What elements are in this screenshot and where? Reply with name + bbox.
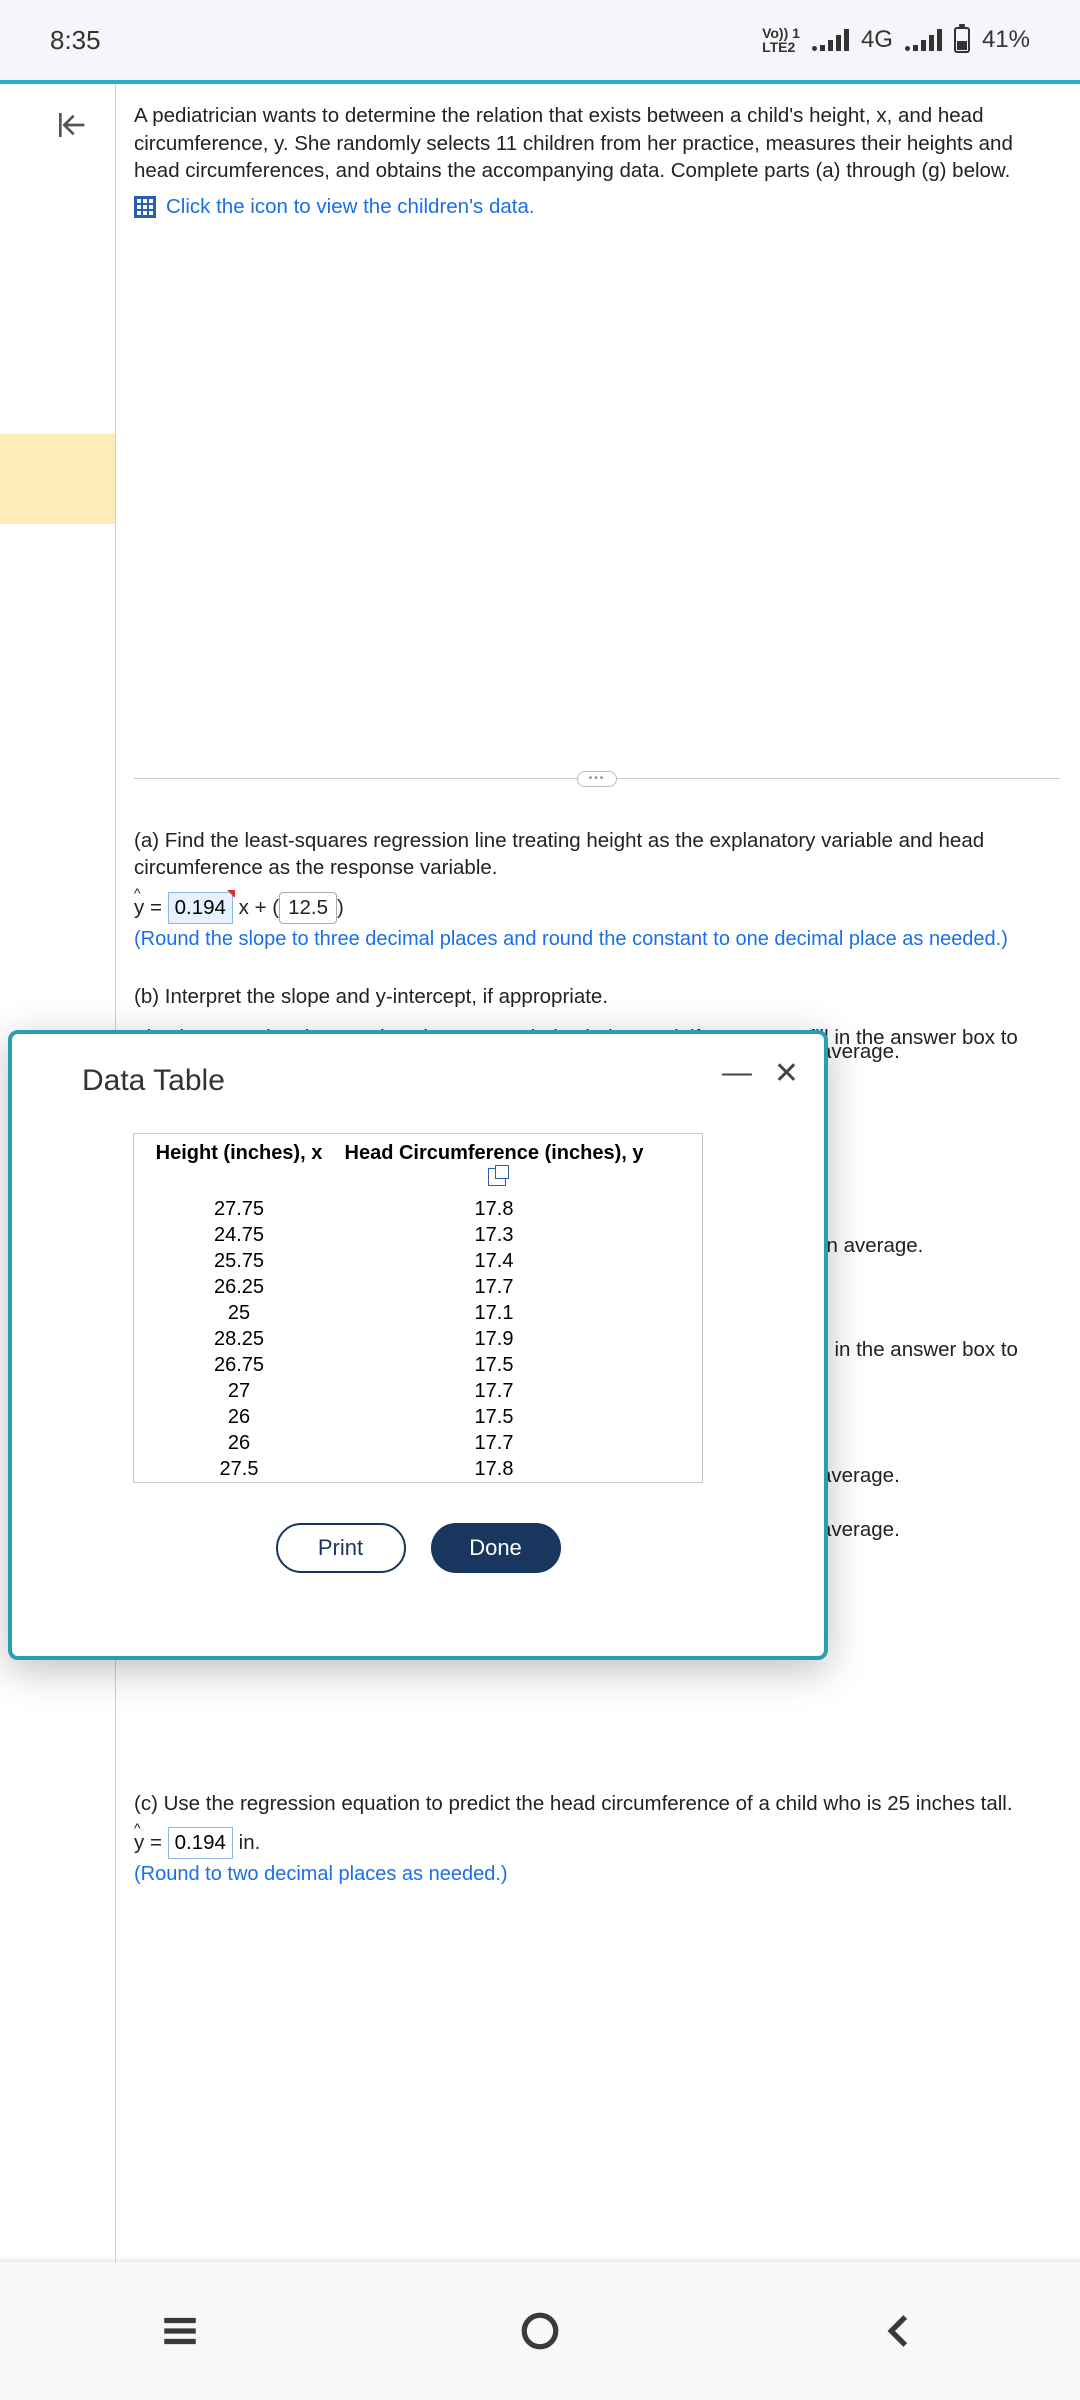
table-row: 2717.7: [134, 1378, 702, 1404]
part-b-prompt: (b) Interpret the slope and y-intercept,…: [134, 983, 1060, 1011]
table-row: 25.7517.4: [134, 1248, 702, 1274]
more-icon[interactable]: •••: [577, 771, 617, 787]
status-bar: 8:35 Vo)) 1 LTE2 4G 41%: [0, 0, 1080, 80]
recent-apps-button[interactable]: [155, 2306, 205, 2356]
intercept-input[interactable]: 12.5: [279, 892, 337, 924]
part-c-prompt: (c) Use the regression equation to predi…: [134, 1790, 1060, 1818]
prediction-input[interactable]: 0.194: [168, 1827, 233, 1859]
part-a: (a) Find the least-squares regression li…: [134, 827, 1060, 953]
slope-input[interactable]: 0.194: [168, 892, 233, 924]
table-row: 24.7517.3: [134, 1222, 702, 1248]
signal-bars-icon: [812, 29, 849, 51]
android-nav-bar: [0, 2262, 1080, 2400]
part-c-hint: (Round to two decimal places as needed.): [134, 1861, 1060, 1888]
home-button[interactable]: [515, 2306, 565, 2356]
data-table: Height (inches), x Head Circumference (i…: [133, 1133, 703, 1483]
done-button[interactable]: Done: [431, 1523, 561, 1573]
table-row: 2517.1: [134, 1300, 702, 1326]
table-row: 2617.7: [134, 1430, 702, 1456]
question-intro: A pediatrician wants to determine the re…: [134, 102, 1060, 185]
part-a-hint: (Round the slope to three decimal places…: [134, 926, 1060, 953]
section-divider: •••: [134, 771, 1060, 787]
stray-text: , fill in the answer box to: [798, 1336, 1018, 1364]
table-row: 26.7517.5: [134, 1352, 702, 1378]
stray-text: average.: [820, 1516, 900, 1544]
status-icons: Vo)) 1 LTE2 4G 41%: [762, 26, 1030, 54]
collapse-panel-button[interactable]: [55, 109, 87, 146]
table-icon: [134, 196, 156, 218]
table-header: Height (inches), x Head Circumference (i…: [134, 1134, 702, 1196]
lte-indicator: Vo)) 1 LTE2: [762, 26, 800, 54]
table-row: 28.2517.9: [134, 1326, 702, 1352]
modal-title: Data Table: [82, 1064, 754, 1098]
prediction-equation: ^y = 0.194 in.: [134, 1827, 1060, 1859]
table-row: 27.7517.8: [134, 1196, 702, 1222]
table-row: 27.517.8: [134, 1456, 702, 1482]
minimize-icon[interactable]: —: [722, 1056, 752, 1091]
highlight-marker: [0, 434, 115, 524]
data-table-modal: — ✕ Data Table Height (inches), x Head C…: [8, 1030, 828, 1660]
table-row: 26.2517.7: [134, 1274, 702, 1300]
back-button[interactable]: [875, 2306, 925, 2356]
copy-icon[interactable]: [488, 1168, 506, 1186]
battery-icon: [954, 27, 970, 53]
part-a-prompt: (a) Find the least-squares regression li…: [134, 827, 1060, 882]
stray-text: average.: [820, 1462, 900, 1490]
battery-pct: 41%: [982, 26, 1030, 54]
signal-bars-icon: [905, 29, 942, 51]
network-label: 4G: [861, 26, 893, 54]
table-row: 2617.5: [134, 1404, 702, 1430]
clock: 8:35: [50, 25, 101, 56]
part-c: (c) Use the regression equation to predi…: [134, 1790, 1060, 1888]
print-button[interactable]: Print: [276, 1523, 406, 1573]
close-icon[interactable]: ✕: [774, 1056, 799, 1091]
view-data-link[interactable]: Click the icon to view the children's da…: [134, 193, 1060, 221]
regression-equation: ^y = 0.194 x + (12.5): [134, 892, 1060, 924]
stray-text: average.: [820, 1038, 900, 1066]
